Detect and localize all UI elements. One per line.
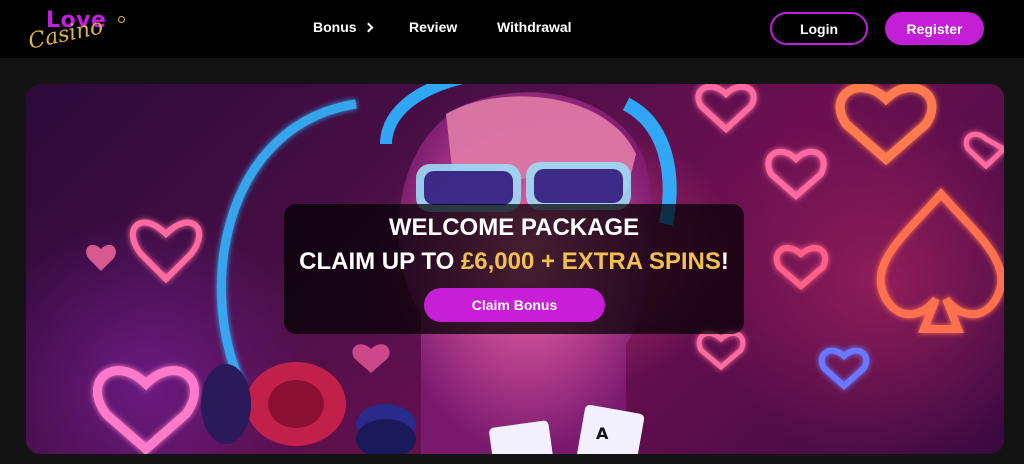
promo-box: WELCOME PACKAGE CLAIM UP TO £6,000 + EXT… [284, 204, 744, 334]
nav-item-label: Review [409, 19, 458, 35]
logo-ring-icon [118, 16, 125, 23]
login-button[interactable]: Login [770, 12, 868, 45]
neon-heart-shape [352, 344, 390, 373]
neon-heart-shape [765, 148, 827, 200]
top-navigation-bar: Love Casino Bonus Review Withdrawal Logi… [0, 0, 1024, 58]
hero-banner: A WELCOME PACKAGE CLAIM UP TO £6,000 + E… [26, 84, 1004, 454]
nav-item-label: Withdrawal [497, 19, 572, 35]
promo-subtitle: CLAIM UP TO £6,000 + EXTRA SPINS! [284, 248, 744, 276]
neon-heart-shape [818, 347, 870, 391]
claim-bonus-button[interactable]: Claim Bonus [424, 288, 605, 322]
promo-amount: £6,000 + EXTRA SPINS [460, 248, 721, 275]
neon-heart-shape [773, 245, 829, 290]
chevron-right-icon [363, 22, 374, 33]
nav-item-label: Bonus [313, 19, 357, 35]
promo-prefix: CLAIM UP TO [299, 248, 461, 275]
nav-item-withdrawal[interactable]: Withdrawal [497, 19, 572, 35]
nav-item-bonus[interactable]: Bonus [313, 19, 374, 35]
svg-text:A: A [596, 424, 609, 443]
neon-heart-shape [695, 84, 757, 134]
promo-suffix: ! [720, 248, 729, 275]
neon-heart-shape [129, 219, 203, 284]
promo-title: WELCOME PACKAGE [388, 214, 640, 241]
neon-heart-shape [963, 131, 1004, 170]
site-logo[interactable]: Love Casino [26, 8, 138, 55]
poker-chips-decoration [201, 362, 416, 454]
neon-heart-shape [93, 366, 199, 454]
neon-heart-shape [696, 331, 746, 371]
neon-heart-shape [86, 244, 116, 271]
neon-spade-shape [876, 187, 1004, 333]
neon-heart-shape [835, 84, 937, 165]
register-button[interactable]: Register [885, 12, 984, 45]
nav-item-review[interactable]: Review [409, 19, 457, 35]
